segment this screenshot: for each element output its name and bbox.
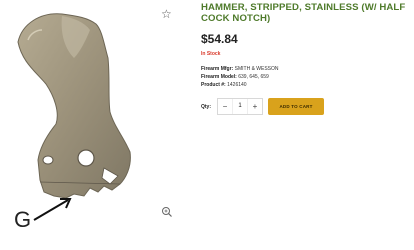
spec-product-number: Product #: 1426140 (201, 82, 247, 89)
add-to-cart-button[interactable]: ADD TO CART (268, 98, 324, 115)
spec-label: Firearm Mfgr: (201, 66, 234, 72)
spec-value: SMITH & WESSON (234, 66, 279, 72)
spec-model: Firearm Model: 639, 645, 659 (201, 74, 269, 81)
spec-value: 639, 645, 659 (238, 74, 269, 80)
product-title: HAMMER, STRIPPED, STAINLESS (W/ HALF COC… (201, 2, 406, 24)
annotation-arrow (33, 198, 72, 221)
increase-quantity-button[interactable]: + (248, 99, 262, 114)
quantity-input[interactable]: 1 (232, 99, 248, 114)
quantity-label: Qty: (201, 104, 211, 110)
quantity-stepper: − 1 + (217, 98, 263, 115)
product-image-gallery[interactable]: ☆ G (0, 0, 182, 250)
product-price: $54.84 (201, 32, 238, 46)
decrease-quantity-button[interactable]: − (218, 99, 232, 114)
magnifier-icon[interactable] (161, 206, 173, 218)
stock-status: In Stock (201, 51, 221, 57)
star-outline-icon[interactable]: ☆ (161, 8, 172, 20)
spec-label: Firearm Model: (201, 74, 237, 80)
spec-label: Product #: (201, 82, 226, 88)
annotation-letter: G (14, 207, 32, 232)
spec-manufacturer: Firearm Mfgr: SMITH & WESSON (201, 66, 279, 73)
spec-value: 1426140 (227, 82, 247, 88)
